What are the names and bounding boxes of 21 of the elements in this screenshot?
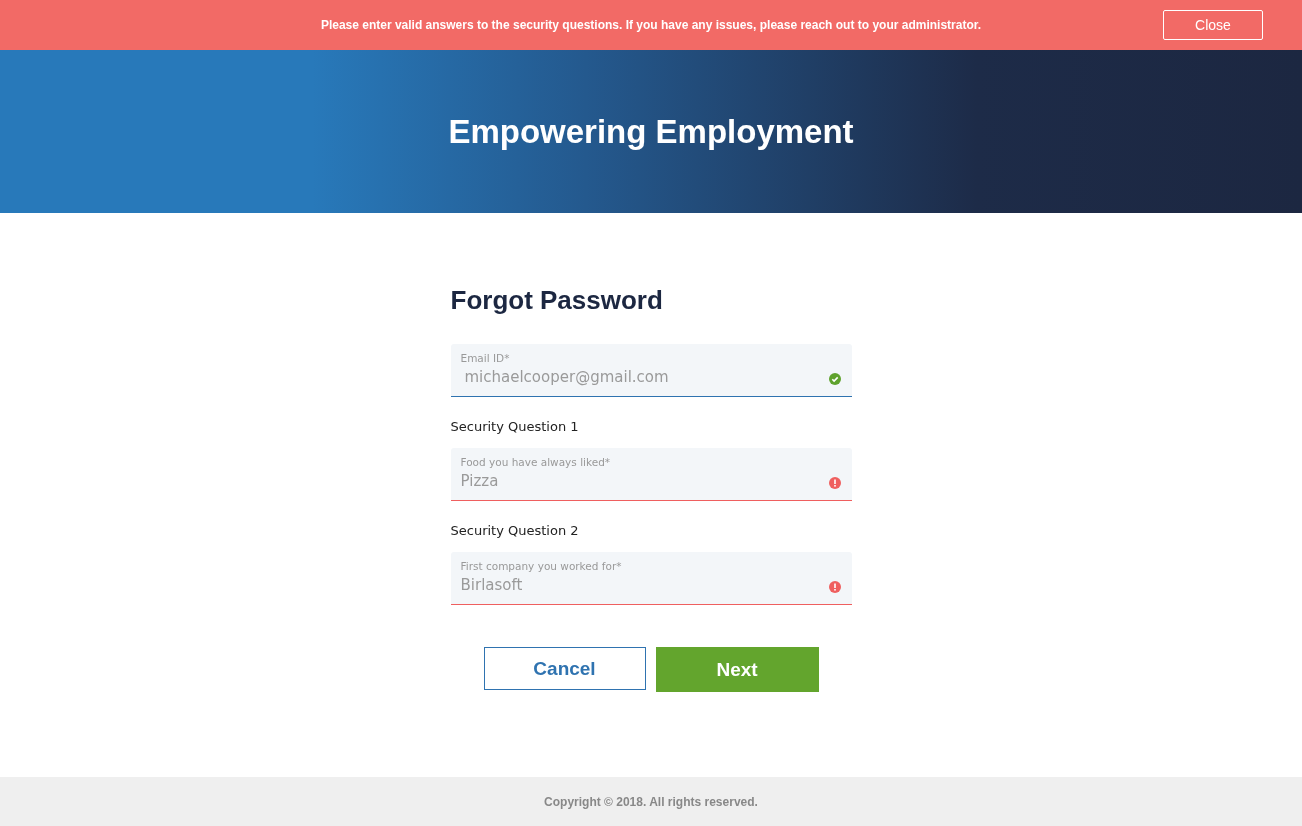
input-field[interactable]: Email ID* michaelcooper@gmail.com: [450, 344, 852, 397]
field-label: First company you worked for*: [460, 560, 623, 572]
check-icon: [828, 373, 841, 385]
field-value: Pizza: [460, 472, 500, 490]
input-field[interactable]: Food you have always liked* Pizza: [450, 448, 852, 501]
form-title: Forgot Password: [450, 285, 664, 316]
cancel-button[interactable]: Cancel: [483, 647, 646, 690]
error-icon: [828, 581, 841, 593]
error-icon: [828, 477, 841, 489]
next-button[interactable]: Next: [655, 647, 819, 692]
field-label: Email ID*: [460, 352, 511, 364]
close-button[interactable]: Close: [1163, 10, 1263, 40]
field-label: Food you have always liked*: [460, 456, 612, 468]
section-label: Security Question 1: [450, 419, 580, 434]
section-label: Security Question 2: [450, 523, 580, 538]
copyright-text: Copyright © 2018. All rights reserved.: [544, 794, 758, 809]
field-value: Birlasoft: [460, 576, 524, 594]
hero-title: Empowering Employment: [448, 112, 854, 151]
input-field[interactable]: First company you worked for* Birlasoft: [450, 552, 852, 605]
alert-message: Please enter valid answers to the security questions. If you have any issues, please reach out to your administrator.: [320, 18, 982, 32]
field-value: michaelcooper@gmail.com: [463, 368, 670, 386]
